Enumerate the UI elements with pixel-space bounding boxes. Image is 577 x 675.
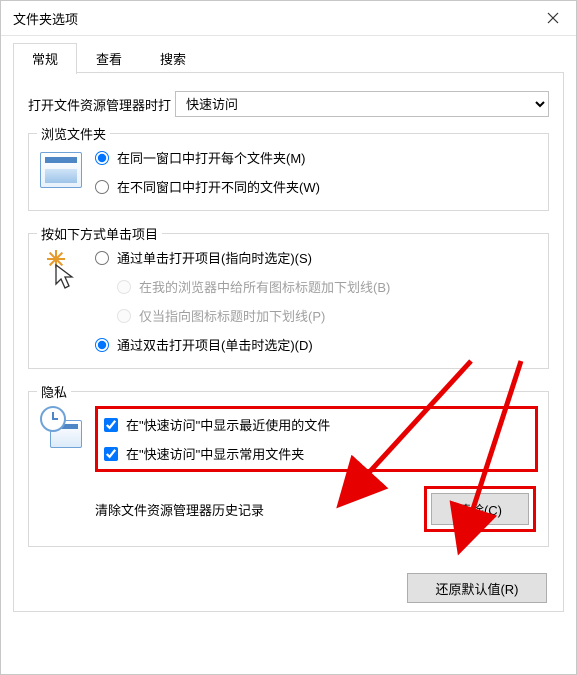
window-title: 文件夹选项 <box>13 9 78 28</box>
tab-view[interactable]: 查看 <box>77 43 141 74</box>
folder-options-dialog: 文件夹选项 常规 查看 搜索 打开文件资源管理器时打 快速访问 浏览文件夹 <box>0 0 577 675</box>
restore-defaults-button[interactable]: 还原默认值(R) <box>407 573 547 603</box>
tab-general[interactable]: 常规 <box>13 43 77 74</box>
label-same-window: 在同一窗口中打开每个文件夹(M) <box>117 148 306 167</box>
browse-folder-icon <box>39 148 83 192</box>
group-privacy: 隐私 在"快速访问"中显示最近使用的文件 <box>28 391 549 547</box>
open-explorer-row: 打开文件资源管理器时打 快速访问 <box>28 91 549 117</box>
privacy-icon-wrap <box>39 406 83 450</box>
restore-defaults-row: 还原默认值(R) <box>407 573 547 603</box>
clear-history-label: 清除文件资源管理器历史记录 <box>95 500 264 519</box>
cursor-click-icon <box>41 248 81 292</box>
tabstrip: 常规 查看 搜索 <box>1 36 576 74</box>
clear-history-row: 清除文件资源管理器历史记录 清除(C) <box>95 486 536 532</box>
group-privacy-title: 隐私 <box>37 382 71 401</box>
close-button[interactable] <box>530 1 576 35</box>
group-browse-folders: 浏览文件夹 在同一窗口中打开每个文件夹(M) 在不同窗口中打开不同的文件夹(W) <box>28 133 549 211</box>
titlebar: 文件夹选项 <box>1 1 576 36</box>
group-click-title: 按如下方式单击项目 <box>37 224 162 243</box>
radio-underline-point <box>117 309 131 323</box>
clear-button-highlight: 清除(C) <box>424 486 536 532</box>
radio-own-window[interactable] <box>95 180 109 194</box>
radio-single-click[interactable] <box>95 251 109 265</box>
open-explorer-label: 打开文件资源管理器时打 <box>28 95 171 114</box>
label-own-window: 在不同窗口中打开不同的文件夹(W) <box>117 177 320 196</box>
radio-underline-browser <box>117 280 131 294</box>
radio-double-click[interactable] <box>95 338 109 352</box>
window-folder-icon <box>40 152 82 188</box>
label-underline-browser: 在我的浏览器中给所有图标标题加下划线(B) <box>139 277 390 296</box>
tab-search[interactable]: 搜索 <box>141 43 205 74</box>
group-browse-title: 浏览文件夹 <box>37 124 110 143</box>
close-icon <box>547 12 559 24</box>
group-click-items: 按如下方式单击项目 通过单击打开项目(指向时选定)(S) <box>28 233 549 369</box>
privacy-checkboxes-highlight: 在"快速访问"中显示最近使用的文件 在"快速访问"中显示常用文件夹 <box>95 406 538 472</box>
clear-button[interactable]: 清除(C) <box>431 493 529 525</box>
radio-same-window[interactable] <box>95 151 109 165</box>
label-underline-point: 仅当指向图标标题时加下划线(P) <box>139 306 325 325</box>
check-recent-files[interactable] <box>104 418 118 432</box>
label-single-click: 通过单击打开项目(指向时选定)(S) <box>117 248 312 267</box>
click-icon <box>39 248 83 292</box>
label-double-click: 通过双击打开项目(单击时选定)(D) <box>117 335 313 354</box>
check-frequent-folders[interactable] <box>104 447 118 461</box>
label-recent-files: 在"快速访问"中显示最近使用的文件 <box>126 415 330 434</box>
tab-panel-general: 打开文件资源管理器时打 快速访问 浏览文件夹 在同一窗口中打开每个文件夹(M) <box>14 73 563 611</box>
clock-folder-icon <box>40 406 82 450</box>
open-explorer-select[interactable]: 快速访问 <box>175 91 549 117</box>
label-frequent-folders: 在"快速访问"中显示常用文件夹 <box>126 444 304 463</box>
